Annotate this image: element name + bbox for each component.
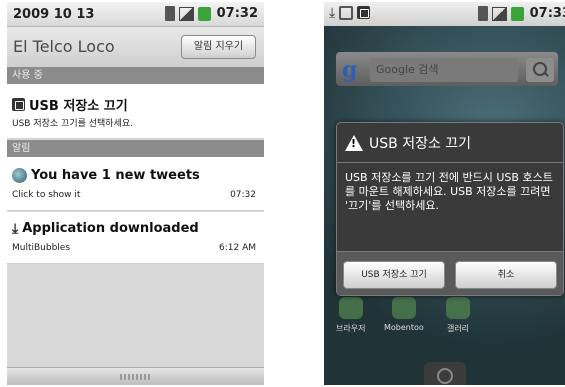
notifications-section-header: 알림 bbox=[7, 140, 264, 157]
dialog-title-bar: USB 저장소 끄기 bbox=[337, 123, 563, 163]
status-icons: 07:32 bbox=[164, 6, 258, 21]
ongoing-item-title: USB 저장소 끄기 bbox=[12, 95, 128, 114]
notification-shade-screen: 2009 10 13 07:32 El Telco Loco 알림 지우기 사용… bbox=[7, 2, 264, 385]
notification-title: ⤓ Application downloaded bbox=[12, 221, 199, 236]
notification-subtitle: Click to show it bbox=[12, 190, 81, 200]
dialog-message: USB 저장소를 끄기 전에 반드시 USB 호스트를 마운트 해제하세요. U… bbox=[345, 171, 553, 212]
google-logo: g bbox=[342, 57, 358, 83]
battery-icon bbox=[510, 6, 524, 21]
notification-time: 6:12 AM bbox=[219, 243, 256, 253]
signal-icon bbox=[178, 6, 194, 21]
app-shortcuts: 브라우저 Mobentoo 갤러리 bbox=[336, 297, 556, 337]
notification-title: You have 1 new tweets bbox=[12, 168, 200, 183]
status-time: 07:33 bbox=[529, 6, 565, 21]
app-label: 브라우저 bbox=[336, 324, 366, 333]
shade-drag-handle[interactable] bbox=[7, 367, 264, 385]
dialog-button-bar: USB 저장소 끄기 취소 bbox=[337, 251, 563, 295]
notification-subtitle: MultiBubbles bbox=[12, 243, 71, 253]
cancel-button[interactable]: 취소 bbox=[455, 261, 557, 289]
signal-icon bbox=[491, 6, 507, 21]
browser-icon bbox=[338, 297, 363, 319]
sync-icon bbox=[339, 6, 354, 20]
dialog-title: USB 저장소 끄기 bbox=[369, 135, 472, 152]
status-date: 2009 10 13 bbox=[13, 7, 95, 22]
download-icon: ⤓ bbox=[12, 220, 19, 237]
twitter-icon bbox=[12, 168, 27, 183]
gallery-icon bbox=[446, 297, 470, 319]
status-time: 07:32 bbox=[216, 6, 258, 21]
app-label: 갤러리 bbox=[446, 324, 470, 333]
ongoing-section-header: 사용 중 bbox=[7, 67, 264, 84]
download-icon: ⤓ bbox=[329, 5, 336, 21]
mobentoo-icon bbox=[391, 297, 416, 319]
usb-icon bbox=[357, 6, 371, 19]
status-bar: 2009 10 13 07:32 bbox=[7, 2, 264, 27]
notification-download[interactable]: ⤓ Application downloaded MultiBubbles 6:… bbox=[7, 212, 264, 264]
home-dialog-screen: ⤓ 07:33 g Google 검색 브라우저 Mobentoo 갤러리 bbox=[324, 2, 565, 385]
search-icon[interactable] bbox=[526, 58, 554, 82]
app-browser[interactable]: 브라우저 bbox=[336, 297, 365, 334]
app-label: Mobentoo bbox=[384, 323, 424, 332]
app-gallery[interactable]: 갤러리 bbox=[446, 297, 470, 334]
notification-title-text: Application downloaded bbox=[22, 221, 199, 236]
carrier-name: El Telco Loco bbox=[13, 37, 115, 56]
notification-time: 07:32 bbox=[230, 190, 256, 200]
status-left-icons: ⤓ bbox=[329, 5, 371, 21]
warning-icon bbox=[345, 134, 363, 151]
launcher-dock-icon[interactable] bbox=[424, 362, 466, 385]
sd-card-icon bbox=[477, 6, 488, 21]
app-mobentoo[interactable]: Mobentoo bbox=[384, 297, 424, 332]
search-input[interactable]: Google 검색 bbox=[370, 58, 518, 82]
ongoing-item-subtitle: USB 저장소 끄기를 선택하세요. bbox=[12, 119, 133, 129]
ongoing-item-title-text: USB 저장소 끄기 bbox=[29, 99, 128, 114]
status-bar: ⤓ 07:33 bbox=[324, 2, 565, 26]
clear-notifications-button[interactable]: 알림 지우기 bbox=[181, 35, 256, 59]
carrier-bar: El Telco Loco 알림 지우기 bbox=[7, 27, 264, 67]
status-icons: 07:33 bbox=[477, 6, 565, 21]
sd-card-icon bbox=[164, 6, 175, 21]
usb-storage-dialog: USB 저장소 끄기 USB 저장소를 끄기 전에 반드시 USB 호스트를 마… bbox=[336, 122, 564, 296]
grip-icon bbox=[120, 374, 152, 380]
usb-icon bbox=[12, 98, 25, 111]
notification-tweets[interactable]: You have 1 new tweets Click to show it 0… bbox=[7, 157, 264, 211]
notification-title-text: You have 1 new tweets bbox=[31, 168, 200, 183]
turn-off-usb-button[interactable]: USB 저장소 끄기 bbox=[343, 261, 445, 289]
ongoing-usb-item[interactable]: USB 저장소 끄기 USB 저장소 끄기를 선택하세요. bbox=[7, 84, 264, 139]
battery-icon bbox=[197, 6, 211, 21]
